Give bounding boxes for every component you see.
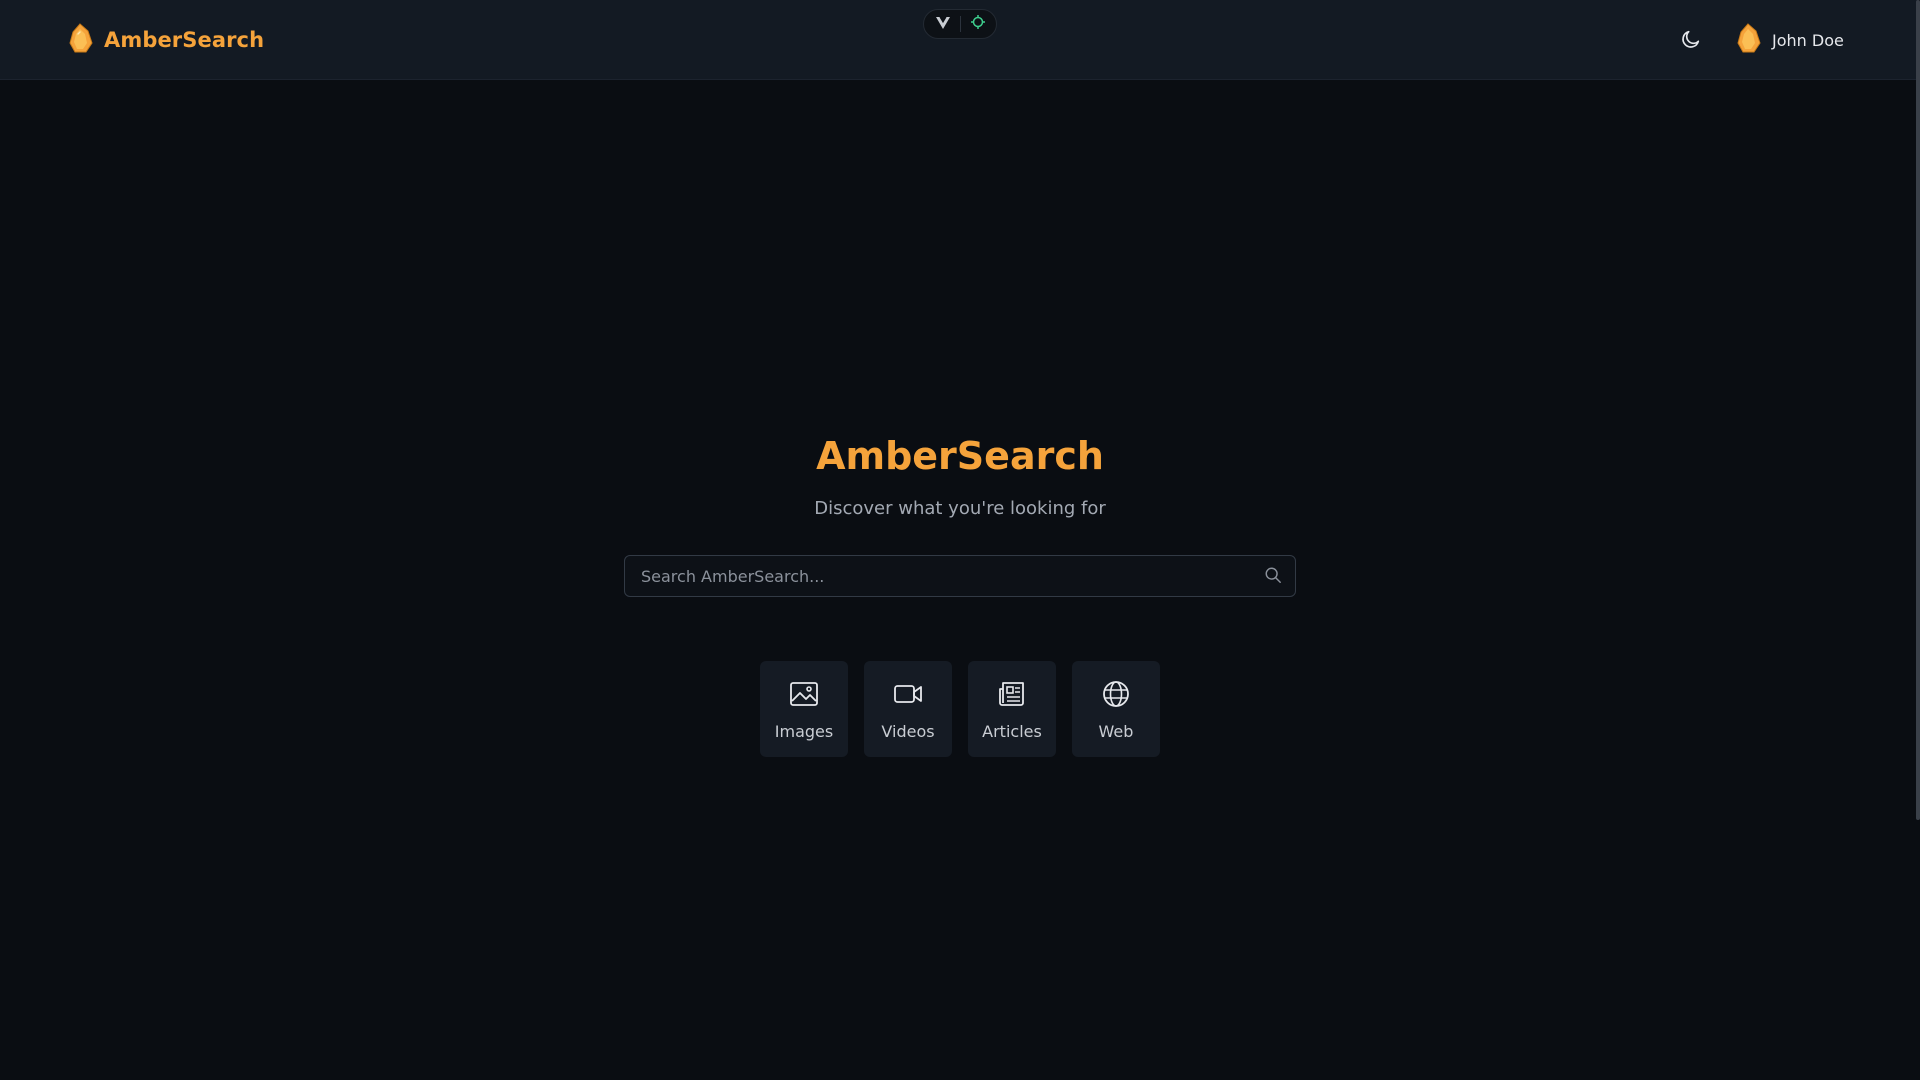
top-navbar: AmberSearch John Doe [0,0,1918,80]
search-button[interactable] [1261,565,1285,589]
globe-icon [1101,661,1131,712]
search-icon [1264,566,1282,588]
theme-toggle-button[interactable] [1676,26,1706,56]
amber-logo-icon [68,22,94,58]
search-input[interactable] [625,556,1245,596]
search-bar [624,555,1296,597]
brand-logo-link[interactable]: AmberSearch [68,22,264,58]
category-images-button[interactable]: Images [760,661,848,757]
user-menu-button[interactable]: John Doe [1736,22,1844,58]
category-videos-button[interactable]: Videos [864,661,952,757]
inspector-icon[interactable] [970,14,986,34]
video-icon [893,661,923,712]
category-label: Images [774,722,834,741]
image-icon [789,661,819,712]
brand-name: AmberSearch [104,28,265,52]
vue-devtools-icon[interactable] [935,15,951,34]
category-web-button[interactable]: Web [1072,661,1160,757]
page-scrollbar[interactable] [1916,0,1920,820]
avatar [1736,22,1762,58]
user-name: John Doe [1772,30,1844,50]
devtools-toolbar [923,9,997,39]
category-label: Web [1098,722,1134,741]
category-label: Articles [982,722,1042,741]
category-label: Videos [881,722,935,741]
newspaper-icon [997,661,1027,712]
category-list: Images Videos Articles Web [760,661,1160,757]
page-subtitle: Discover what you're looking for [814,498,1106,519]
devtools-divider [959,16,961,32]
moon-icon [1680,28,1702,54]
category-articles-button[interactable]: Articles [968,661,1056,757]
page-title: AmberSearch [816,434,1104,478]
